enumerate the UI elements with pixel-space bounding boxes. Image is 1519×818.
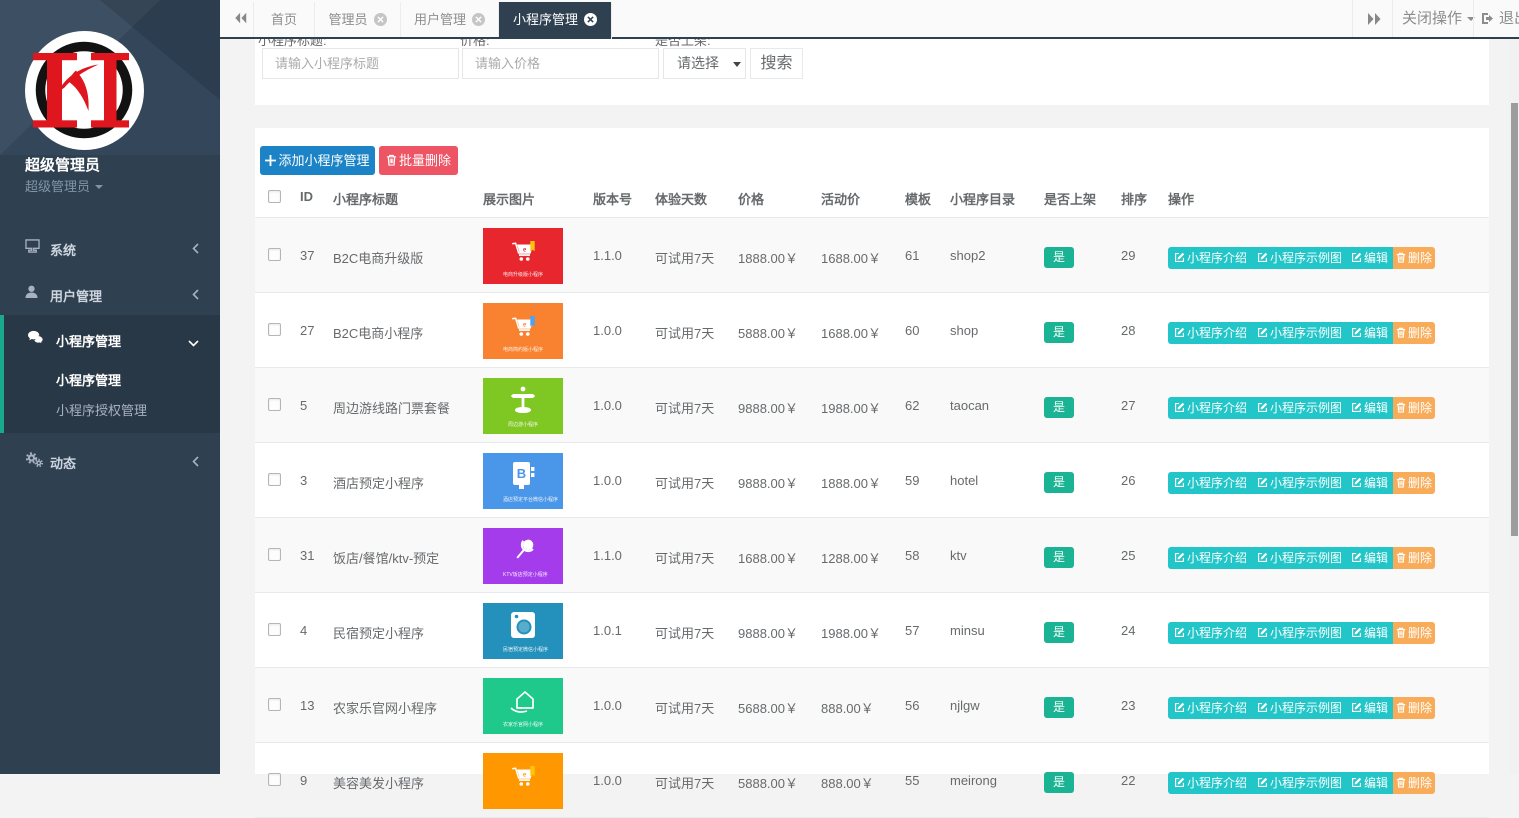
svg-text:e: e — [523, 770, 526, 778]
svg-text:e: e — [523, 320, 526, 328]
svg-text:e: e — [523, 245, 526, 253]
svg-text:B: B — [517, 466, 526, 481]
